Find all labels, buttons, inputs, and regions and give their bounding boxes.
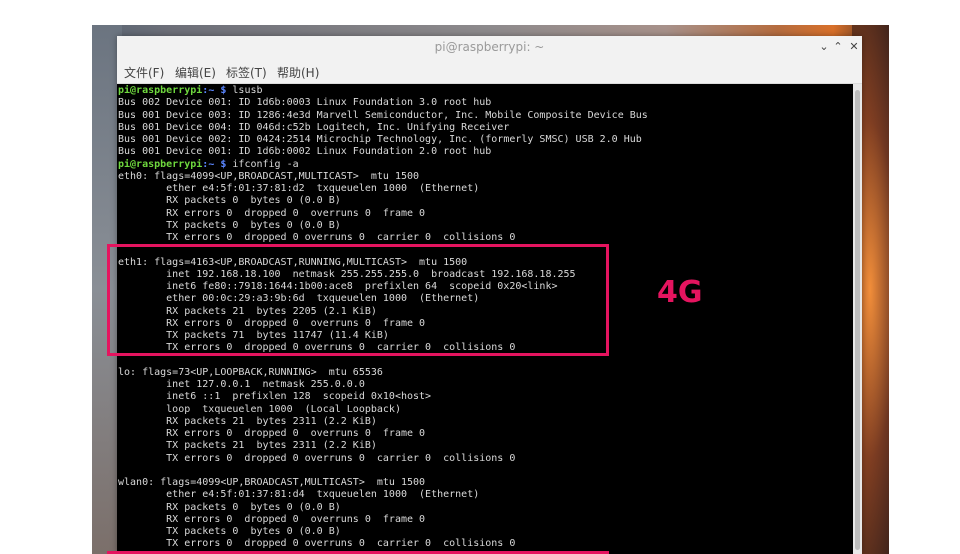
terminal-output-line: TX packets 0 bytes 0 (0.0 B): [118, 526, 341, 537]
terminal-output-line: Bus 001 Device 002: ID 0424:2514 Microch…: [118, 134, 642, 145]
minimize-icon[interactable]: ⌄: [817, 40, 831, 54]
prompt-command: ifconfig -a: [226, 158, 299, 170]
terminal-output-line: TX packets 21 bytes 2311 (2.2 KiB): [118, 440, 377, 452]
terminal-output-line: ether e4:5f:01:37:81:d4 txqueuelen 1000 …: [118, 489, 480, 501]
window-title: pi@raspberrypi: ~: [434, 40, 545, 54]
terminal-output-line: Bus 001 Device 001: ID 1d6b:0002 Linux F…: [118, 146, 492, 158]
terminal-scrollbar[interactable]: [853, 84, 862, 554]
annotation-4g-label: 4G: [657, 275, 703, 310]
terminal-output-line: Bus 001 Device 003: ID 1286:4e3d Marvell…: [118, 109, 648, 121]
menu-bar: 文件(F) 编辑(E) 标签(T) 帮助(H): [117, 60, 862, 84]
menu-help[interactable]: 帮助(H): [277, 64, 319, 81]
terminal-output-line: Bus 002 Device 001: ID 1d6b:0003 Linux F…: [118, 97, 492, 109]
terminal-output-line: eth0: flags=4099<UP,BROADCAST,MULTICAST>…: [118, 170, 420, 182]
terminal-output-line: RX errors 0 dropped 0 overruns 0 frame 0: [118, 207, 426, 219]
terminal-output-line: TX packets 0 bytes 0 (0.0 B): [118, 219, 341, 231]
prompt-path: :~ $: [202, 85, 227, 96]
prompt-path: :~ $: [202, 158, 227, 170]
eth1-highlight-box: [107, 244, 609, 356]
menu-edit[interactable]: 编辑(E): [175, 64, 216, 81]
terminal-output-line: lo: flags=73<UP,LOOPBACK,RUNNING> mtu 65…: [118, 366, 383, 378]
terminal-prompt-line: pi@raspberrypi:~ $ ifconfig -a: [118, 159, 299, 172]
terminal-output-line: loop txqueuelen 1000 (Local Loopback): [118, 403, 401, 415]
prompt-command: lsusb: [226, 85, 263, 96]
prompt-user: pi@raspberrypi: [118, 85, 203, 96]
terminal-output-line: TX errors 0 dropped 0 overruns 0 carrier…: [118, 538, 516, 550]
terminal-output-line: RX packets 0 bytes 0 (0.0 B): [118, 501, 341, 513]
terminal-output-line: RX packets 0 bytes 0 (0.0 B): [118, 195, 341, 207]
terminal-output-line: inet 127.0.0.1 netmask 255.0.0.0: [118, 379, 365, 390]
menu-tabs[interactable]: 标签(T): [226, 64, 267, 81]
terminal-output-line: inet6 ::1 prefixlen 128 scopeid 0x10<hos…: [118, 391, 432, 403]
terminal-output-line: RX errors 0 dropped 0 overruns 0 frame 0: [118, 428, 426, 439]
terminal-output-line: RX packets 21 bytes 2311 (2.2 KiB): [118, 415, 377, 427]
terminal-output-line: TX errors 0 dropped 0 overruns 0 carrier…: [118, 452, 516, 464]
scrollbar-thumb[interactable]: [855, 90, 860, 550]
terminal-output-line: ether e4:5f:01:37:81:d2 txqueuelen 1000 …: [118, 183, 480, 194]
terminal-output-line: wlan0: flags=4099<UP,BROADCAST,MULTICAST…: [118, 477, 426, 488]
maximize-icon[interactable]: ⌃: [831, 40, 845, 54]
terminal-output-line: RX errors 0 dropped 0 overruns 0 frame 0: [118, 513, 426, 525]
menu-file[interactable]: 文件(F): [124, 64, 164, 81]
terminal-prompt-line: pi@raspberrypi:~ $ lsusb: [118, 85, 263, 98]
window-titlebar[interactable]: pi@raspberrypi: ~ ⌄ ⌃ ✕: [117, 36, 862, 60]
terminal-output-line: Bus 001 Device 004: ID 046d:c52b Logitec…: [118, 121, 510, 133]
prompt-user: pi@raspberrypi: [118, 158, 203, 170]
close-icon[interactable]: ✕: [847, 40, 861, 54]
